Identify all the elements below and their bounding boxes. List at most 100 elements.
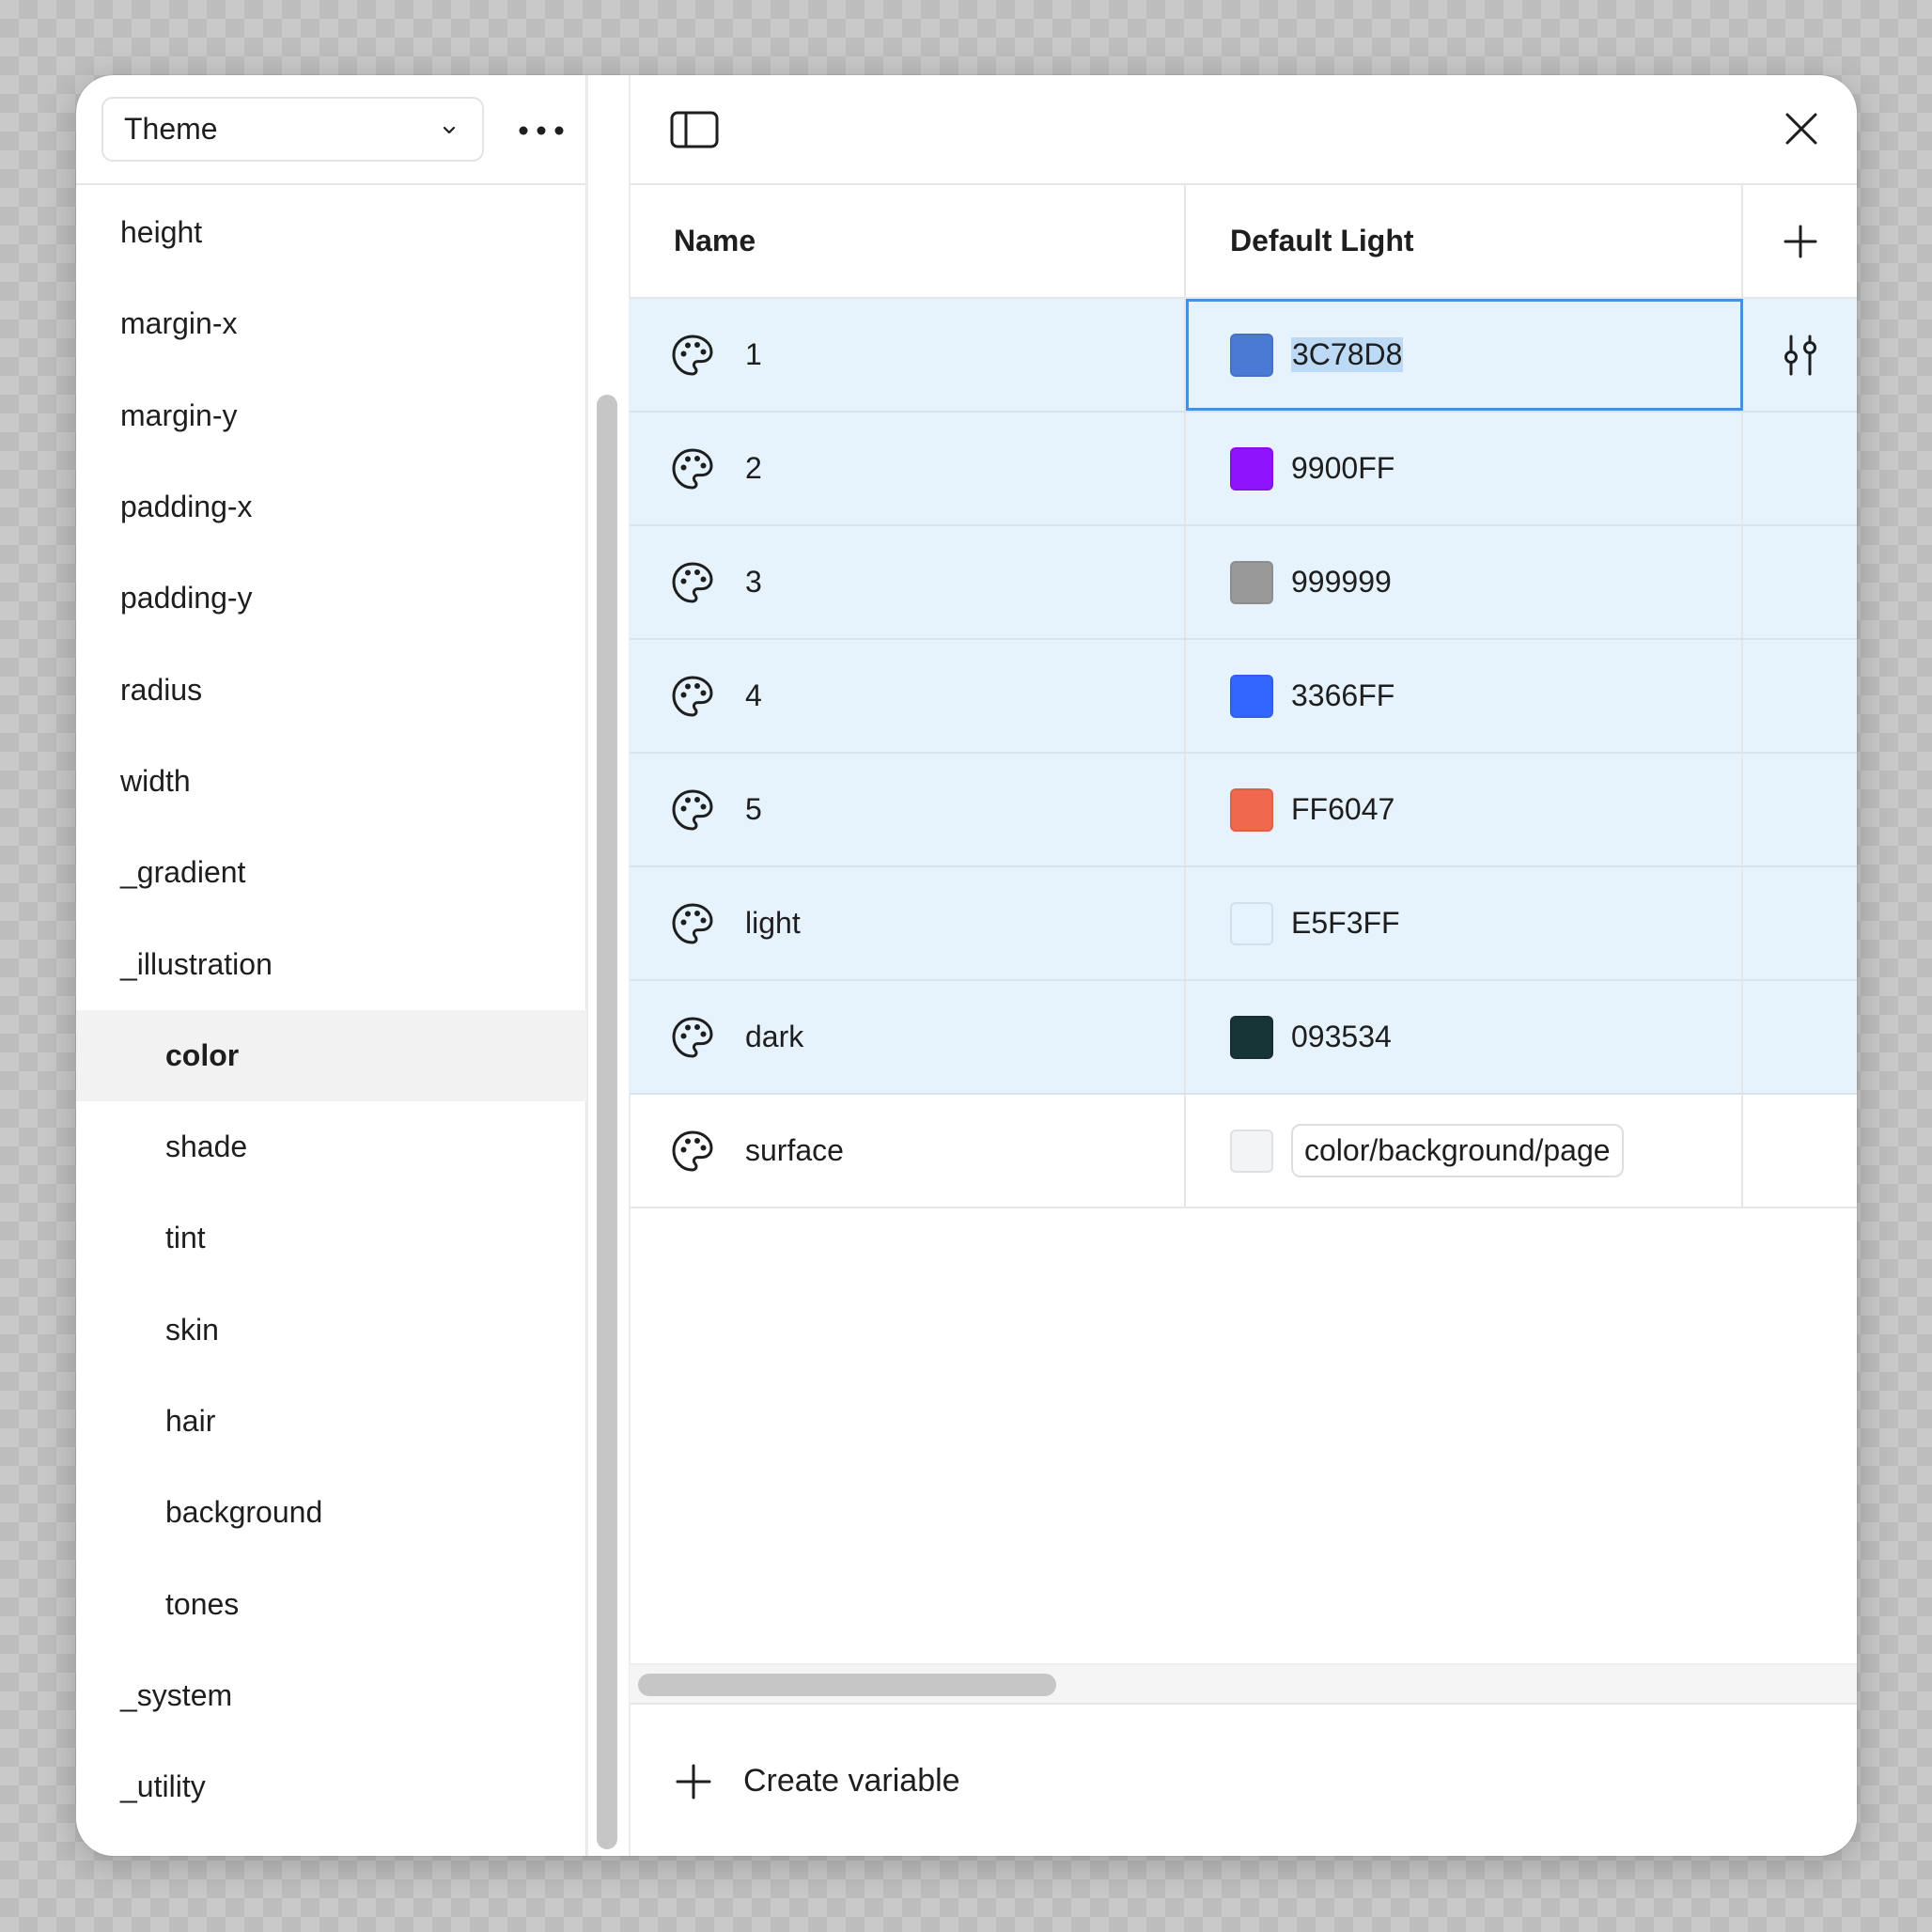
sidebar-item-label: hair [165,1404,216,1438]
add-mode-button[interactable] [1743,185,1857,297]
variable-value-cell[interactable]: 9900FF [1186,413,1743,524]
collection-select[interactable]: Theme [101,97,484,162]
color-swatch[interactable] [1230,446,1273,491]
variable-name: 3 [745,565,762,599]
sidebar-item-label: height [120,215,203,250]
sidebar-item-padding-y[interactable]: padding-y [76,553,586,644]
variable-value-cell[interactable]: 3C78D8 [1186,299,1743,411]
table-row[interactable]: 4 3366FF [630,640,1857,754]
main-panel: Name Default Light 1 3C78D8 2 9900FF 3 999999… [630,75,1857,1856]
sidebar-item-label: width [120,763,191,798]
variable-value-cell[interactable]: 093534 [1186,981,1743,1093]
variable-name-cell[interactable]: surface [630,1095,1186,1207]
row-actions-cell [1743,640,1857,752]
color-swatch[interactable] [1230,674,1273,718]
sidebar-item-hair[interactable]: hair [76,1376,586,1467]
sidebar-item-illustration[interactable]: _illustration [76,918,586,1009]
variable-name-cell[interactable]: 1 [630,299,1186,411]
create-variable-button[interactable]: Create variable [630,1706,1857,1856]
edit-variable-icon[interactable] [1779,333,1822,378]
collection-select-label: Theme [124,112,218,146]
sidebar-item-utility[interactable]: _utility [76,1741,586,1832]
variable-name-cell[interactable]: dark [630,981,1186,1093]
group-list: height margin-x margin-y padding-x padding-y… [76,187,586,1832]
color-swatch[interactable] [1230,787,1273,832]
table-body: 1 3C78D8 2 9900FF 3 999999 4 3366FF 5 FF6047 light… [630,299,1857,1208]
variable-name-cell[interactable]: 2 [630,413,1186,524]
table-header: Name Default Light [630,185,1857,299]
alias-pill[interactable]: color/background/page [1291,1124,1624,1177]
sidebar-item-shade[interactable]: shade [76,1101,586,1192]
palette-icon [672,448,713,489]
variable-value-cell[interactable]: color/background/page [1186,1095,1743,1207]
palette-icon [672,562,713,602]
color-value: 9900FF [1291,451,1395,485]
palette-icon [672,903,713,943]
color-swatch[interactable] [1230,1129,1273,1173]
sidebar-item-tones[interactable]: tones [76,1558,586,1649]
sidebar-item-gradient[interactable]: _gradient [76,827,586,918]
variable-value-cell[interactable]: 999999 [1186,526,1743,638]
sidebar-item-label: _gradient [120,855,246,890]
sidebar-item-background[interactable]: background [76,1467,586,1558]
variable-name: 4 [745,678,762,712]
sidebar-item-tint[interactable]: tint [76,1192,586,1284]
sidebar-item-padding-x[interactable]: padding-x [76,461,586,553]
horizontal-scrollbar-thumb[interactable] [638,1674,1056,1696]
close-icon[interactable] [1784,111,1819,147]
row-actions-cell [1743,526,1857,638]
variable-name: surface [745,1133,844,1167]
color-value[interactable]: 3C78D8 [1291,337,1404,372]
row-actions-cell [1743,754,1857,865]
palette-icon [672,1130,713,1171]
variable-name-cell[interactable]: 5 [630,754,1186,865]
sidebar-item-height[interactable]: height [76,187,586,278]
sidebar-scrollbar-thumb[interactable] [597,395,617,1849]
variable-name-cell[interactable]: 4 [630,640,1186,752]
color-swatch[interactable] [1230,560,1273,604]
variables-table: Name Default Light 1 3C78D8 2 9900FF 3 999999… [630,185,1857,1208]
sidebar-item-width[interactable]: width [76,736,586,827]
sidebar-item-label: _system [120,1677,233,1712]
horizontal-scrollbar-track[interactable] [630,1663,1857,1705]
table-row[interactable]: 1 3C78D8 [630,299,1857,413]
sidebar-toggle-icon[interactable] [670,111,719,148]
row-actions-cell [1743,299,1857,411]
row-actions-cell [1743,981,1857,1093]
variable-value-cell[interactable]: FF6047 [1186,754,1743,865]
color-value: FF6047 [1291,792,1395,826]
row-actions-cell [1743,867,1857,979]
table-row[interactable]: 3 999999 [630,526,1857,640]
sidebar-header: Theme [76,75,585,185]
variable-value-cell[interactable]: 3366FF [1186,640,1743,752]
variable-name-cell[interactable]: 3 [630,526,1186,638]
sidebar-item-system[interactable]: _system [76,1650,586,1741]
sidebar-item-label: background [165,1495,323,1530]
sidebar-item-radius[interactable]: radius [76,644,586,735]
table-row[interactable]: dark 093534 [630,981,1857,1095]
sidebar-item-label: radius [120,672,203,707]
color-value: 093534 [1291,1020,1392,1053]
variable-name-cell[interactable]: light [630,867,1186,979]
palette-icon [672,789,713,830]
table-row[interactable]: light E5F3FF [630,867,1857,981]
table-row[interactable]: 5 FF6047 [630,754,1857,867]
color-swatch[interactable] [1230,333,1273,377]
create-variable-label: Create variable [743,1763,960,1799]
sidebar-item-label: _utility [120,1769,206,1804]
color-value: 3366FF [1291,678,1395,712]
sidebar-item-margin-x[interactable]: margin-x [76,278,586,369]
color-swatch[interactable] [1230,901,1273,945]
variable-name: 2 [745,451,762,485]
variable-value-cell[interactable]: E5F3FF [1186,867,1743,979]
sidebar-item-margin-y[interactable]: margin-y [76,370,586,461]
table-row[interactable]: surface color/background/page [630,1095,1857,1208]
sidebar-item-color[interactable]: color [76,1009,586,1101]
more-options-button[interactable] [515,107,568,154]
variable-name: light [745,906,801,940]
column-header-mode[interactable]: Default Light [1186,185,1743,297]
table-row[interactable]: 2 9900FF [630,413,1857,526]
sidebar-item-skin[interactable]: skin [76,1285,586,1376]
sidebar-item-label: _illustration [120,946,273,981]
color-swatch[interactable] [1230,1015,1273,1059]
